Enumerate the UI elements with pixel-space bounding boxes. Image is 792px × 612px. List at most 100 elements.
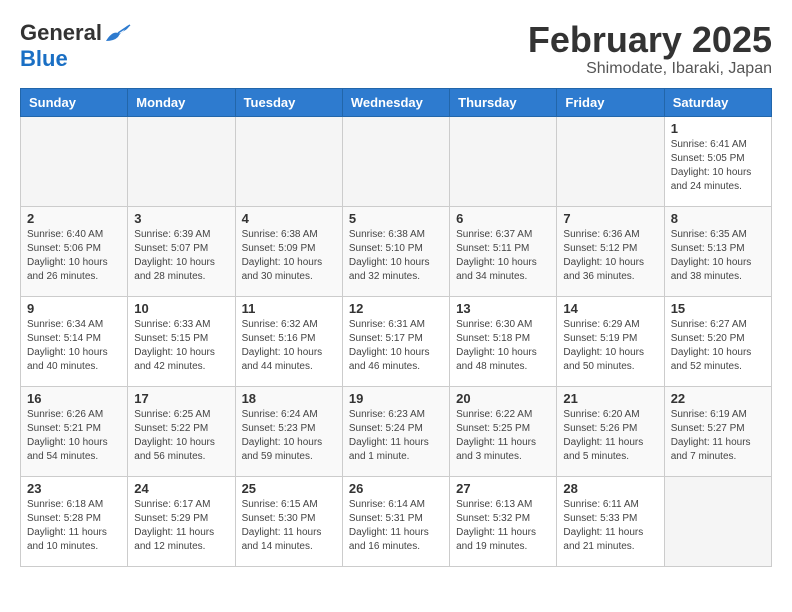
day-number: 24 <box>134 481 228 496</box>
day-number: 28 <box>563 481 657 496</box>
calendar-header-thursday: Thursday <box>450 88 557 116</box>
day-number: 25 <box>242 481 336 496</box>
calendar-cell <box>128 116 235 206</box>
calendar-cell: 20Sunrise: 6:22 AM Sunset: 5:25 PM Dayli… <box>450 386 557 476</box>
day-info: Sunrise: 6:36 AM Sunset: 5:12 PM Dayligh… <box>563 228 657 284</box>
logo-blue-text: Blue <box>20 46 68 72</box>
title-block: February 2025 Shimodate, Ibaraki, Japan <box>528 20 772 78</box>
day-info: Sunrise: 6:32 AM Sunset: 5:16 PM Dayligh… <box>242 318 336 374</box>
day-number: 10 <box>134 301 228 316</box>
calendar-cell: 14 Sunrise: 6:29 AM Sunset: 5:19 PM Dayli… <box>557 296 664 386</box>
calendar-cell: 15 Sunrise: 6:27 AM Sunset: 5:20 PM Dayli… <box>664 296 771 386</box>
day-info: Sunrise: 6:35 AM Sunset: 5:13 PM Dayligh… <box>671 228 765 284</box>
day-info: Sunrise: 6:18 AM Sunset: 5:28 PM Dayligh… <box>27 498 121 554</box>
calendar-cell: 9Sunrise: 6:34 AM Sunset: 5:14 PM Daylig… <box>21 296 128 386</box>
page-header: General Blue February 2025 Shimodate, Ib… <box>20 20 772 78</box>
location-title: Shimodate, Ibaraki, Japan <box>528 60 772 78</box>
day-number: 16 <box>27 391 121 406</box>
month-title: February 2025 <box>528 20 772 60</box>
calendar-cell: 10Sunrise: 6:33 AM Sunset: 5:15 PM Dayli… <box>128 296 235 386</box>
day-number: 17 <box>134 391 228 406</box>
day-number: 21 <box>563 391 657 406</box>
day-info: Sunrise: 6:26 AM Sunset: 5:21 PM Dayligh… <box>27 408 121 464</box>
day-info: Sunrise: 6:31 AM Sunset: 5:17 PM Dayligh… <box>349 318 443 374</box>
calendar-header-wednesday: Wednesday <box>342 88 449 116</box>
logo: General Blue <box>20 20 132 72</box>
calendar-header-monday: Monday <box>128 88 235 116</box>
day-number: 22 <box>671 391 765 406</box>
calendar-cell: 25 Sunrise: 6:15 AM Sunset: 5:30 PM Dayli… <box>235 476 342 566</box>
calendar-cell: 1 Sunrise: 6:41 AM Sunset: 5:05 PM Daylig… <box>664 116 771 206</box>
calendar-week-row: 2Sunrise: 6:40 AM Sunset: 5:06 PM Daylig… <box>21 206 772 296</box>
calendar-cell: 12 Sunrise: 6:31 AM Sunset: 5:17 PM Dayli… <box>342 296 449 386</box>
day-number: 12 <box>349 301 443 316</box>
day-number: 9 <box>27 301 121 316</box>
day-info: Sunrise: 6:37 AM Sunset: 5:11 PM Dayligh… <box>456 228 550 284</box>
calendar-cell: 13 Sunrise: 6:30 AM Sunset: 5:18 PM Dayli… <box>450 296 557 386</box>
day-number: 15 <box>671 301 765 316</box>
day-info: Sunrise: 6:27 AM Sunset: 5:20 PM Dayligh… <box>671 318 765 374</box>
calendar-cell <box>557 116 664 206</box>
calendar-header-tuesday: Tuesday <box>235 88 342 116</box>
day-number: 27 <box>456 481 550 496</box>
day-number: 20 <box>456 391 550 406</box>
calendar-cell: 6 Sunrise: 6:37 AM Sunset: 5:11 PM Daylig… <box>450 206 557 296</box>
calendar-header-row: SundayMondayTuesdayWednesdayThursdayFrid… <box>21 88 772 116</box>
calendar-cell: 17Sunrise: 6:25 AM Sunset: 5:22 PM Dayli… <box>128 386 235 476</box>
calendar-week-row: 16 Sunrise: 6:26 AM Sunset: 5:21 PM Dayli… <box>21 386 772 476</box>
calendar-cell: 4 Sunrise: 6:38 AM Sunset: 5:09 PM Daylig… <box>235 206 342 296</box>
calendar-cell: 18 Sunrise: 6:24 AM Sunset: 5:23 PM Dayli… <box>235 386 342 476</box>
day-number: 1 <box>671 121 765 136</box>
day-info: Sunrise: 6:15 AM Sunset: 5:30 PM Dayligh… <box>242 498 336 554</box>
day-info: Sunrise: 6:38 AM Sunset: 5:09 PM Dayligh… <box>242 228 336 284</box>
day-info: Sunrise: 6:14 AM Sunset: 5:31 PM Dayligh… <box>349 498 443 554</box>
day-number: 14 <box>563 301 657 316</box>
calendar-cell <box>450 116 557 206</box>
calendar-cell: 22 Sunrise: 6:19 AM Sunset: 5:27 PM Dayli… <box>664 386 771 476</box>
calendar-week-row: 9Sunrise: 6:34 AM Sunset: 5:14 PM Daylig… <box>21 296 772 386</box>
calendar-cell: 7 Sunrise: 6:36 AM Sunset: 5:12 PM Daylig… <box>557 206 664 296</box>
logo-bird-icon <box>104 23 132 43</box>
calendar-cell: 28 Sunrise: 6:11 AM Sunset: 5:33 PM Dayli… <box>557 476 664 566</box>
day-info: Sunrise: 6:11 AM Sunset: 5:33 PM Dayligh… <box>563 498 657 554</box>
day-info: Sunrise: 6:24 AM Sunset: 5:23 PM Dayligh… <box>242 408 336 464</box>
day-info: Sunrise: 6:13 AM Sunset: 5:32 PM Dayligh… <box>456 498 550 554</box>
day-info: Sunrise: 6:41 AM Sunset: 5:05 PM Dayligh… <box>671 138 765 194</box>
calendar-header-saturday: Saturday <box>664 88 771 116</box>
calendar-cell <box>342 116 449 206</box>
day-info: Sunrise: 6:29 AM Sunset: 5:19 PM Dayligh… <box>563 318 657 374</box>
day-number: 7 <box>563 211 657 226</box>
day-number: 26 <box>349 481 443 496</box>
calendar-cell: 27 Sunrise: 6:13 AM Sunset: 5:32 PM Dayli… <box>450 476 557 566</box>
day-info: Sunrise: 6:38 AM Sunset: 5:10 PM Dayligh… <box>349 228 443 284</box>
day-number: 8 <box>671 211 765 226</box>
day-info: Sunrise: 6:40 AM Sunset: 5:06 PM Dayligh… <box>27 228 121 284</box>
day-info: Sunrise: 6:19 AM Sunset: 5:27 PM Dayligh… <box>671 408 765 464</box>
calendar-cell: 2Sunrise: 6:40 AM Sunset: 5:06 PM Daylig… <box>21 206 128 296</box>
day-info: Sunrise: 6:20 AM Sunset: 5:26 PM Dayligh… <box>563 408 657 464</box>
calendar-header-sunday: Sunday <box>21 88 128 116</box>
day-number: 4 <box>242 211 336 226</box>
day-number: 6 <box>456 211 550 226</box>
calendar-cell: 24 Sunrise: 6:17 AM Sunset: 5:29 PM Dayli… <box>128 476 235 566</box>
day-info: Sunrise: 6:30 AM Sunset: 5:18 PM Dayligh… <box>456 318 550 374</box>
calendar-week-row: 23 Sunrise: 6:18 AM Sunset: 5:28 PM Dayli… <box>21 476 772 566</box>
logo-general-text: General <box>20 20 102 46</box>
calendar-cell: 19Sunrise: 6:23 AM Sunset: 5:24 PM Dayli… <box>342 386 449 476</box>
day-info: Sunrise: 6:23 AM Sunset: 5:24 PM Dayligh… <box>349 408 443 464</box>
calendar-header-friday: Friday <box>557 88 664 116</box>
calendar-table: SundayMondayTuesdayWednesdayThursdayFrid… <box>20 88 772 567</box>
calendar-cell: 23 Sunrise: 6:18 AM Sunset: 5:28 PM Dayli… <box>21 476 128 566</box>
calendar-cell <box>664 476 771 566</box>
day-number: 13 <box>456 301 550 316</box>
calendar-cell: 16 Sunrise: 6:26 AM Sunset: 5:21 PM Dayli… <box>21 386 128 476</box>
calendar-cell: 8 Sunrise: 6:35 AM Sunset: 5:13 PM Daylig… <box>664 206 771 296</box>
day-number: 23 <box>27 481 121 496</box>
calendar-cell <box>235 116 342 206</box>
calendar-cell <box>21 116 128 206</box>
day-number: 3 <box>134 211 228 226</box>
calendar-cell: 5 Sunrise: 6:38 AM Sunset: 5:10 PM Daylig… <box>342 206 449 296</box>
day-info: Sunrise: 6:17 AM Sunset: 5:29 PM Dayligh… <box>134 498 228 554</box>
day-number: 18 <box>242 391 336 406</box>
day-number: 5 <box>349 211 443 226</box>
